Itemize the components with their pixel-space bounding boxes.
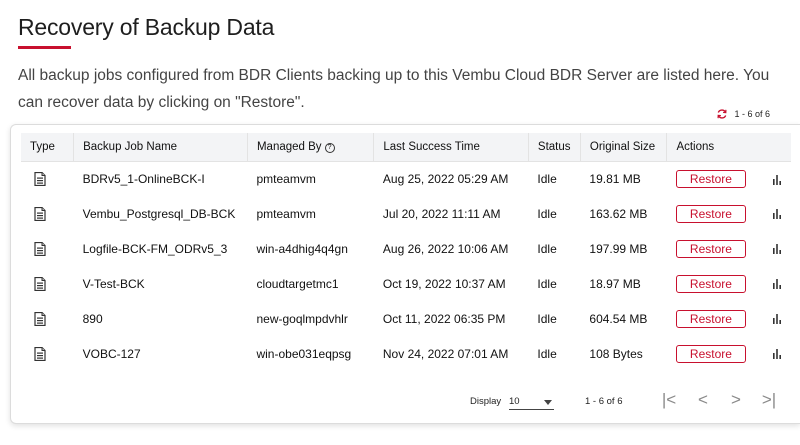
cell-actions: Restore [667,266,791,301]
restore-button[interactable]: Restore [675,274,746,293]
pager-summary-text: 1 - 6 of 6 [734,109,770,119]
cell-status: Idle [537,171,557,186]
cell-type [21,161,74,196]
pager-summary-bottom: 1 - 6 of 6 [585,396,623,407]
cell-type [21,196,74,231]
cell-backup-job-name[interactable]: Vembu_Postgresql_DB-BCK [74,196,248,231]
cell-actions: Restore [667,301,791,336]
document-icon [34,346,46,361]
document-icon [34,172,46,187]
header-type[interactable]: Type [21,133,75,162]
cell-managed-by: pmteamvm [256,171,316,186]
cell-type [21,231,74,266]
chevron-down-icon [544,400,552,405]
page-title: Recovery of Backup Data [18,14,275,40]
cell-original-size: 108 Bytes [589,346,643,361]
cell-managed-by: new-goqlmpdvhlr [256,311,348,326]
cell-status: Idle [537,276,557,291]
backup-jobs-card: Type Backup Job Name Managed By? Last Su… [10,124,800,424]
cell-original-size: 604.54 MB [589,311,648,326]
cell-last-success-time: Oct 11, 2022 06:35 PM [382,311,506,326]
backup-jobs-table: Type Backup Job Name Managed By? Last Su… [21,133,791,371]
bar-chart-icon[interactable] [772,349,782,360]
first-page-icon[interactable]: |< [661,391,677,409]
cell-original-size: 18.97 MB [589,276,641,291]
cell-backup-job-name[interactable]: Logfile-BCK-FM_ODRv5_3 [74,231,248,266]
table-row: Vembu_Postgresql_DB-BCK pmteamvm Jul 20, 2… [21,196,791,231]
cell-actions: Restore [667,161,791,196]
bar-chart-icon[interactable] [772,279,782,290]
restore-button[interactable]: Restore [675,239,746,258]
cell-status: Idle [537,241,557,256]
cell-actions: Restore [667,336,791,371]
previous-page-icon[interactable]: < [695,391,711,409]
display-label: Display [470,396,502,407]
cell-managed-by: win-obe031eqpsg [256,346,352,361]
table-row: V-Test-BCK cloudtargetmc1 Oct 19, 2022 10:… [21,266,791,301]
document-icon [34,311,46,326]
restore-button[interactable]: Restore [675,169,746,188]
page-description: All backup jobs configured from BDR Clie… [18,67,770,111]
bar-chart-icon[interactable] [772,244,782,255]
restore-button[interactable]: Restore [675,344,746,363]
cell-status: Idle [537,311,557,326]
page-size-value: 10 [509,396,520,407]
cell-status: Idle [537,346,557,361]
restore-button[interactable]: Restore [675,309,746,328]
cell-backup-job-name[interactable]: 890 [74,301,248,336]
next-page-icon[interactable]: > [728,391,744,409]
header-original-size[interactable]: Original Size [580,133,668,162]
help-icon[interactable]: ? [324,142,335,153]
cell-type [21,336,74,371]
cell-actions: Restore [667,196,791,231]
cell-original-size: 19.81 MB [589,171,641,186]
header-actions: Actions [666,133,791,162]
cell-type [21,301,74,336]
document-icon [34,206,46,221]
cell-managed-by: cloudtargetmc1 [256,276,339,291]
cell-managed-by: pmteamvm [256,206,316,221]
page-size-select[interactable]: 10 [509,392,554,410]
cell-last-success-time: Nov 24, 2022 07:01 AM [382,346,509,361]
cell-backup-job-name[interactable]: V-Test-BCK [74,266,248,301]
table-footer: Display 10 1 - 6 of 6 |< < > >| [11,389,791,415]
document-icon [34,276,46,291]
cell-actions: Restore [667,231,791,266]
cell-last-success-time: Aug 26, 2022 10:06 AM [382,241,509,256]
document-icon [34,241,46,256]
cell-last-success-time: Jul 20, 2022 11:11 AM [382,206,501,221]
cell-original-size: 163.62 MB [589,206,648,221]
restore-button[interactable]: Restore [675,204,746,223]
header-backup-job-name[interactable]: Backup Job Name [73,133,248,162]
header-managed-by[interactable]: Managed By? [247,133,375,162]
table-row: VOBC-127 win-obe031eqpsg Nov 24, 2022 07:0… [21,336,791,371]
cell-last-success-time: Aug 25, 2022 05:29 AM [382,171,509,186]
refresh-icon[interactable] [716,108,728,120]
cell-backup-job-name[interactable]: VOBC-127 [74,336,248,371]
table-row: Logfile-BCK-FM_ODRv5_3 win-a4dhig4q4gn Aug… [21,231,791,266]
title-underline [18,46,71,49]
table-header-row: Type Backup Job Name Managed By? Last Su… [21,133,791,162]
cell-backup-job-name[interactable]: BDRv5_1-OnlineBCK-I [74,161,248,196]
header-status[interactable]: Status [528,133,581,162]
cell-type [21,266,74,301]
table-row: 890 new-goqlmpdvhlr Oct 11, 2022 06:35 PM I… [21,301,791,336]
pager-summary-top: 1 - 6 of 6 [716,108,770,120]
bar-chart-icon[interactable] [772,174,782,185]
bar-chart-icon[interactable] [772,209,782,220]
last-page-icon[interactable]: >| [761,391,777,409]
bar-chart-icon[interactable] [772,314,782,325]
cell-original-size: 197.99 MB [589,241,648,256]
header-managed-by-label: Managed By [256,140,322,153]
cell-last-success-time: Oct 19, 2022 10:37 AM [382,276,506,291]
header-last-success-time[interactable]: Last Success Time [373,133,529,162]
cell-managed-by: win-a4dhig4q4gn [256,241,348,256]
table-row: BDRv5_1-OnlineBCK-I pmteamvm Aug 25, 2022 … [21,161,791,196]
cell-status: Idle [537,206,557,221]
